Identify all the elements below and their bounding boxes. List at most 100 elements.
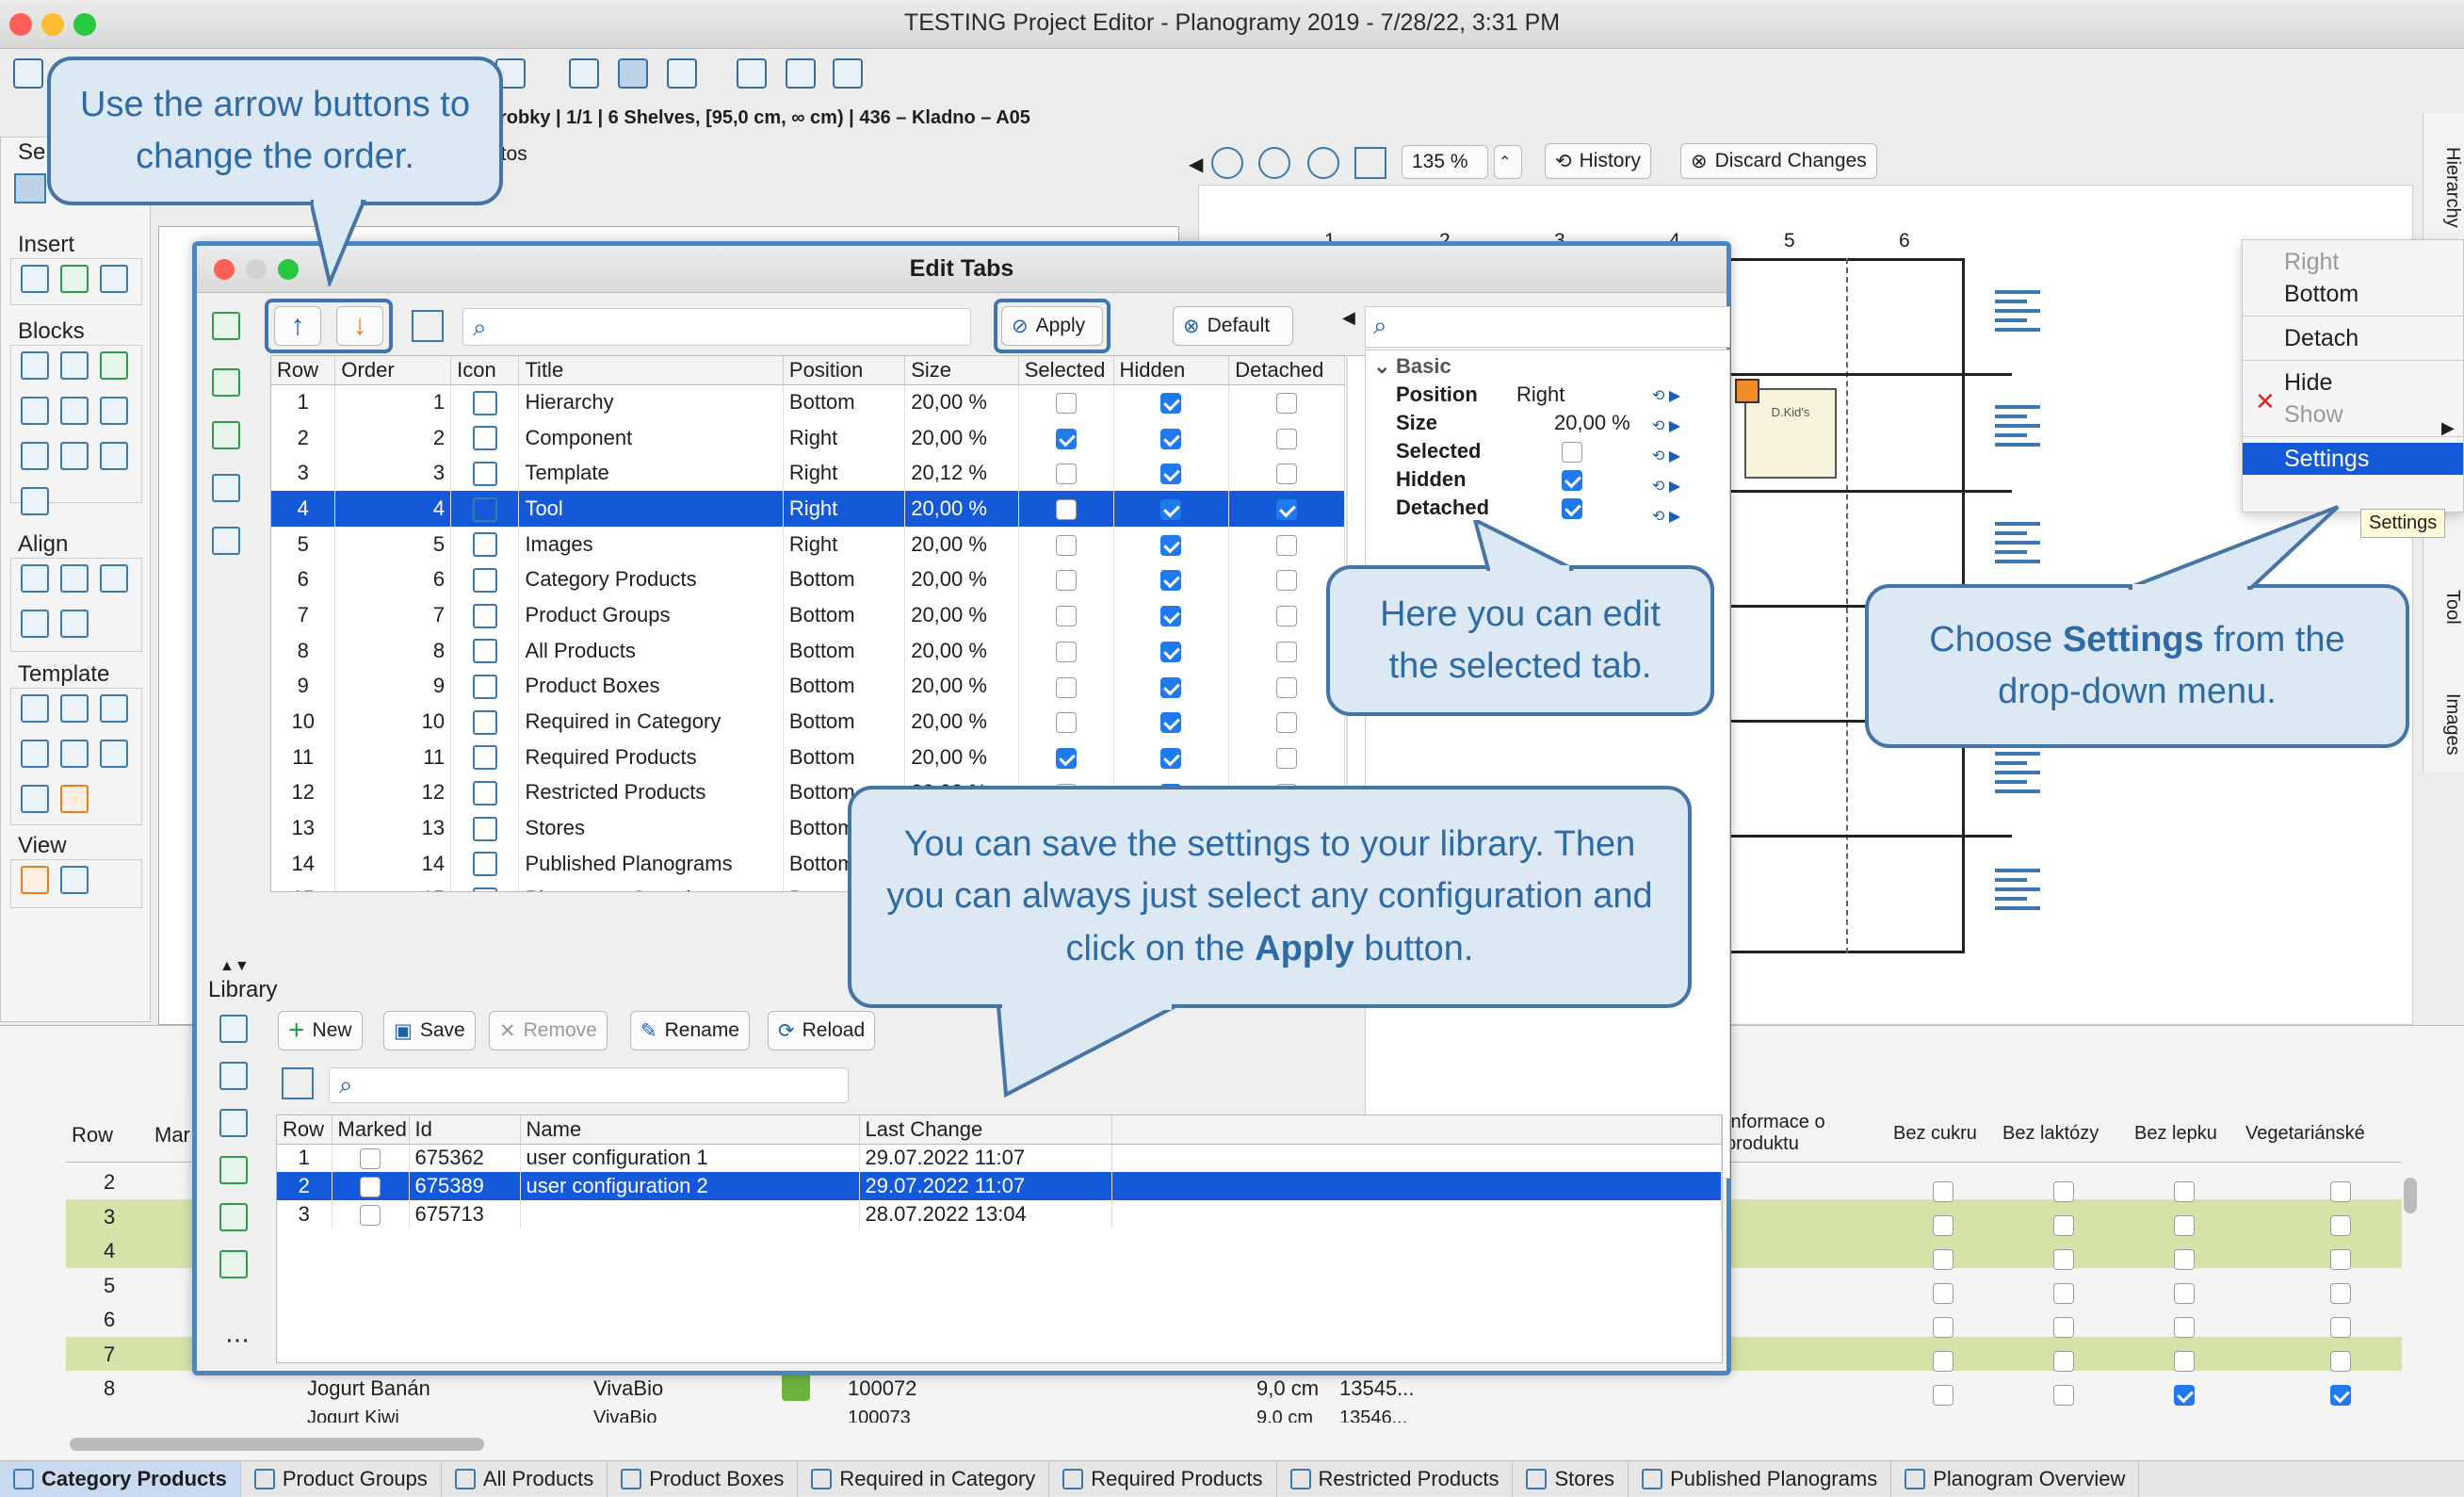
template-icon-7[interactable]: [21, 785, 49, 813]
lib-col-row[interactable]: Row: [277, 1115, 332, 1145]
checkbox[interactable]: [1933, 1385, 1953, 1406]
template-icon-1[interactable]: [21, 694, 49, 723]
col-order[interactable]: Order: [334, 356, 452, 385]
checkbox[interactable]: [2174, 1283, 2195, 1304]
vertical-scrollbar[interactable]: [2404, 1178, 2417, 1213]
checkbox[interactable]: [2330, 1317, 2351, 1338]
prop-size-value[interactable]: 20,00 %: [1554, 411, 1630, 435]
move-down-button[interactable]: ↓: [336, 306, 383, 346]
library-row[interactable]: 3 675713 28.07.2022 13:04: [277, 1200, 1722, 1229]
bottom-tab[interactable]: Category Products: [0, 1461, 241, 1497]
bottom-tab[interactable]: Restricted Products: [1277, 1461, 1514, 1497]
col-hidden[interactable]: Hidden: [1113, 356, 1230, 385]
template-icon-5[interactable]: [60, 740, 89, 768]
col-detached[interactable]: Detached: [1228, 356, 1345, 385]
layout-icon[interactable]: [569, 58, 599, 89]
bottom-tab[interactable]: Stores: [1513, 1461, 1629, 1497]
checkbox[interactable]: [2330, 1385, 2351, 1406]
checkbox[interactable]: [2053, 1181, 2074, 1202]
menu-item-show[interactable]: Show: [2243, 399, 2463, 431]
chart-icon[interactable]: [212, 527, 240, 555]
move-up-button[interactable]: ↑: [274, 306, 321, 346]
side-tab-images[interactable]: Images: [2425, 659, 2463, 763]
detached-checkbox[interactable]: [1276, 712, 1298, 734]
bottom-tab[interactable]: All Products: [442, 1461, 608, 1497]
detached-checkbox[interactable]: [1276, 570, 1298, 592]
checkbox[interactable]: [2330, 1351, 2351, 1372]
checkbox[interactable]: [2174, 1181, 2195, 1202]
side-tab-hierarchy[interactable]: Hierarchy: [2425, 113, 2463, 245]
checkbox[interactable]: [1933, 1283, 1953, 1304]
layout-active-icon[interactable]: [618, 58, 648, 89]
excel-import-icon[interactable]: [212, 312, 240, 340]
checkbox[interactable]: [2174, 1385, 2195, 1406]
checkbox[interactable]: [2174, 1249, 2195, 1270]
hidden-checkbox[interactable]: [1160, 606, 1182, 627]
insert-product-icon[interactable]: [60, 265, 89, 293]
checkbox[interactable]: [1933, 1249, 1953, 1270]
side-tab-tool[interactable]: Tool: [2425, 565, 2463, 641]
checkbox[interactable]: [2330, 1283, 2351, 1304]
col-position[interactable]: Position: [783, 356, 906, 385]
selected-checkbox[interactable]: [1055, 747, 1077, 769]
csv-export-icon[interactable]: [219, 1250, 248, 1278]
marked-checkbox[interactable]: [360, 1205, 381, 1227]
store-icon[interactable]: [667, 58, 697, 89]
zoom-stepper[interactable]: ⌃: [1494, 145, 1522, 179]
copy-icon[interactable]: [219, 1062, 248, 1090]
checkbox[interactable]: [2330, 1249, 2351, 1270]
selection-handle[interactable]: [1735, 379, 1759, 403]
checkbox[interactable]: [1933, 1215, 1953, 1236]
checkbox[interactable]: [2053, 1385, 2074, 1406]
checkbox[interactable]: [2330, 1181, 2351, 1202]
checkbox[interactable]: [2174, 1317, 2195, 1338]
reset-icon[interactable]: ⟲ ▶: [1652, 416, 1695, 435]
block-icon-2[interactable]: [60, 351, 89, 380]
col-size[interactable]: Size: [904, 356, 1019, 385]
collapse-props-icon[interactable]: ◀: [1342, 308, 1363, 346]
block-icon-8[interactable]: [60, 442, 89, 470]
col-icon[interactable]: Icon: [450, 356, 520, 385]
template-icon-8[interactable]: [60, 785, 89, 813]
selected-checkbox[interactable]: [1055, 428, 1077, 449]
detached-checkbox[interactable]: [1276, 534, 1298, 556]
detached-checkbox[interactable]: [1276, 641, 1298, 662]
tab-row[interactable]: 4 4 Tool Right 20,00 %: [271, 491, 1345, 527]
template-icon-4[interactable]: [21, 740, 49, 768]
selected-checkbox[interactable]: [1055, 712, 1077, 734]
checkbox[interactable]: [2053, 1283, 2074, 1304]
apply-button[interactable]: ⊘ Apply: [1001, 306, 1103, 346]
distribute-icon[interactable]: [60, 610, 89, 638]
prop-hidden-checkbox[interactable]: [1562, 467, 1582, 492]
view-icon-1[interactable]: [21, 866, 49, 894]
prop-position-value[interactable]: Right: [1516, 382, 1564, 407]
lib-col-marked[interactable]: Marked: [332, 1115, 410, 1145]
reset-icon[interactable]: ⟲ ▶: [1652, 507, 1695, 526]
tab-row[interactable]: 1 1 Hierarchy Bottom 20,00 %: [271, 384, 1345, 420]
tab-row[interactable]: 6 6 Category Products Bottom 20,00 %: [271, 561, 1345, 598]
hidden-checkbox[interactable]: [1160, 534, 1182, 556]
block-icon-10[interactable]: [21, 487, 49, 515]
more-icon[interactable]: ⋯: [225, 1326, 250, 1355]
reset-icon[interactable]: ⟲ ▶: [1652, 386, 1695, 405]
hidden-checkbox[interactable]: [1160, 747, 1182, 769]
building-icon[interactable]: [833, 58, 863, 89]
tab-row[interactable]: 5 5 Images Right 20,00 %: [271, 526, 1345, 562]
selected-checkbox[interactable]: [1055, 606, 1077, 627]
tab-row[interactable]: 9 9 Product Boxes Bottom 20,00 %: [271, 668, 1345, 705]
checkbox[interactable]: [1933, 1181, 1953, 1202]
library-table-config-icon[interactable]: [282, 1067, 314, 1099]
tab-row[interactable]: 3 3 Template Right 20,12 %: [271, 455, 1345, 492]
align-left-icon[interactable]: [21, 564, 49, 593]
library-rename-button[interactable]: ✎ Rename: [630, 1011, 750, 1050]
detached-checkbox[interactable]: [1276, 393, 1298, 415]
table-row[interactable]: 8 Jogurt Banán VivaBio 100072 9,0 cm 135…: [66, 1371, 2402, 1406]
hidden-checkbox[interactable]: [1160, 499, 1182, 521]
selected-checkbox[interactable]: [1055, 499, 1077, 521]
bottom-tab[interactable]: Product Groups: [241, 1461, 442, 1497]
block-icon-3[interactable]: [100, 351, 128, 380]
hidden-checkbox[interactable]: [1160, 676, 1182, 698]
tabs-search-input[interactable]: ⌕: [462, 308, 971, 346]
col-row[interactable]: Row: [271, 356, 336, 385]
excel-export-icon[interactable]: [212, 368, 240, 397]
